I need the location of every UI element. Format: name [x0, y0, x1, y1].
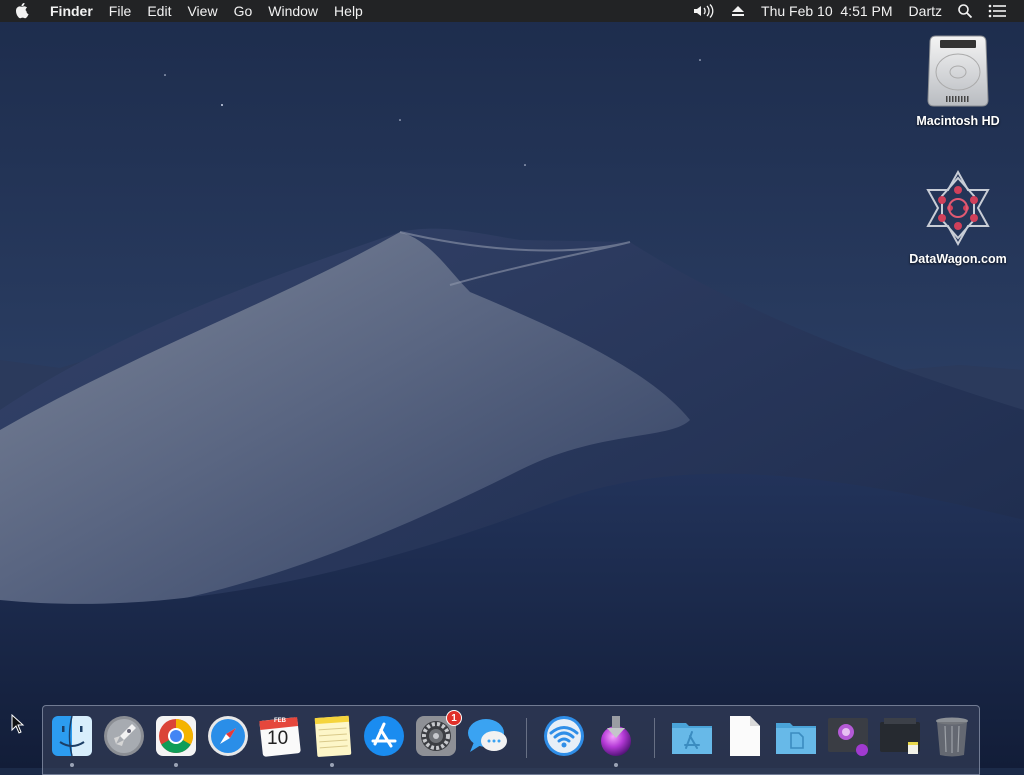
dock-separator	[526, 718, 527, 758]
menu-user[interactable]: Dartz	[901, 0, 950, 22]
wifi-icon	[544, 716, 584, 756]
network-volume-icon	[918, 168, 998, 248]
menu-go[interactable]: Go	[226, 0, 261, 22]
dock-messages[interactable]	[466, 714, 510, 758]
dock-finder[interactable]	[50, 714, 94, 758]
applications-folder-icon	[672, 723, 712, 754]
menu-clock[interactable]: Thu Feb 10 4:51 PM	[753, 0, 901, 22]
desktop-icon-label: Macintosh HD	[916, 114, 1000, 128]
running-indicator	[70, 763, 74, 767]
menu-bar: Finder File Edit View Go Window Help Thu…	[0, 0, 1024, 22]
dock-applications-folder[interactable]	[670, 714, 714, 758]
notes-icon	[314, 715, 352, 757]
apple-icon[interactable]	[0, 3, 42, 19]
finder-icon	[52, 715, 92, 757]
hard-drive-icon	[918, 30, 998, 110]
trash-icon	[936, 717, 968, 757]
running-indicator	[614, 763, 618, 767]
stack-icon	[880, 718, 920, 754]
dock-trash[interactable]	[930, 714, 974, 758]
document-icon	[730, 716, 760, 756]
dock-system-preferences[interactable]: 1	[414, 710, 462, 758]
dock-app-store[interactable]	[362, 714, 406, 758]
mouse-cursor-icon	[11, 713, 25, 739]
downloads-stack-icon	[828, 718, 868, 756]
volume-icon[interactable]	[685, 0, 723, 22]
desert-dune-wallpaper	[0, 0, 1024, 768]
menu-help[interactable]: Help	[326, 0, 371, 22]
running-indicator	[174, 763, 178, 767]
launchpad-icon	[104, 716, 144, 756]
spotlight-search-icon[interactable]	[950, 0, 980, 22]
documents-folder-icon	[776, 723, 816, 754]
notification-center-icon[interactable]	[980, 0, 1014, 22]
running-indicator	[330, 763, 334, 767]
dock-wireless-diagnostics[interactable]	[542, 714, 586, 758]
menu-app-finder[interactable]: Finder	[42, 0, 101, 22]
menu-window[interactable]: Window	[260, 0, 326, 22]
app-store-icon	[364, 716, 404, 756]
menu-view[interactable]: View	[179, 0, 225, 22]
dock-chrome[interactable]	[154, 714, 198, 758]
chrome-icon	[156, 716, 196, 756]
calendar-month: FEB	[274, 718, 286, 724]
dock-launchpad[interactable]	[102, 714, 146, 758]
menu-edit[interactable]: Edit	[139, 0, 179, 22]
eject-icon[interactable]	[723, 0, 753, 22]
notification-badge: 1	[446, 710, 462, 726]
dock-calendar[interactable]: FEB 10	[258, 714, 302, 758]
dock-downloads-stack[interactable]	[826, 714, 870, 758]
installer-icon	[601, 716, 631, 756]
dock-document[interactable]	[722, 714, 766, 758]
menu-file[interactable]: File	[101, 0, 140, 22]
safari-icon	[208, 716, 248, 756]
calendar-day: 10	[267, 728, 289, 749]
desktop	[0, 0, 1024, 768]
desktop-icon-datawagon[interactable]: DataWagon.com	[903, 168, 1013, 266]
dock-separator	[654, 718, 655, 758]
dock: FEB 10 1	[42, 705, 980, 775]
messages-icon	[468, 719, 507, 752]
dock-notes[interactable]	[310, 714, 354, 758]
dock-installer[interactable]	[594, 714, 638, 758]
desktop-icon-macintosh-hd[interactable]: Macintosh HD	[903, 30, 1013, 128]
desktop-icon-label: DataWagon.com	[909, 252, 1007, 266]
dock-documents-folder[interactable]	[774, 714, 818, 758]
dock-stack[interactable]	[878, 714, 922, 758]
dock-safari[interactable]	[206, 714, 250, 758]
